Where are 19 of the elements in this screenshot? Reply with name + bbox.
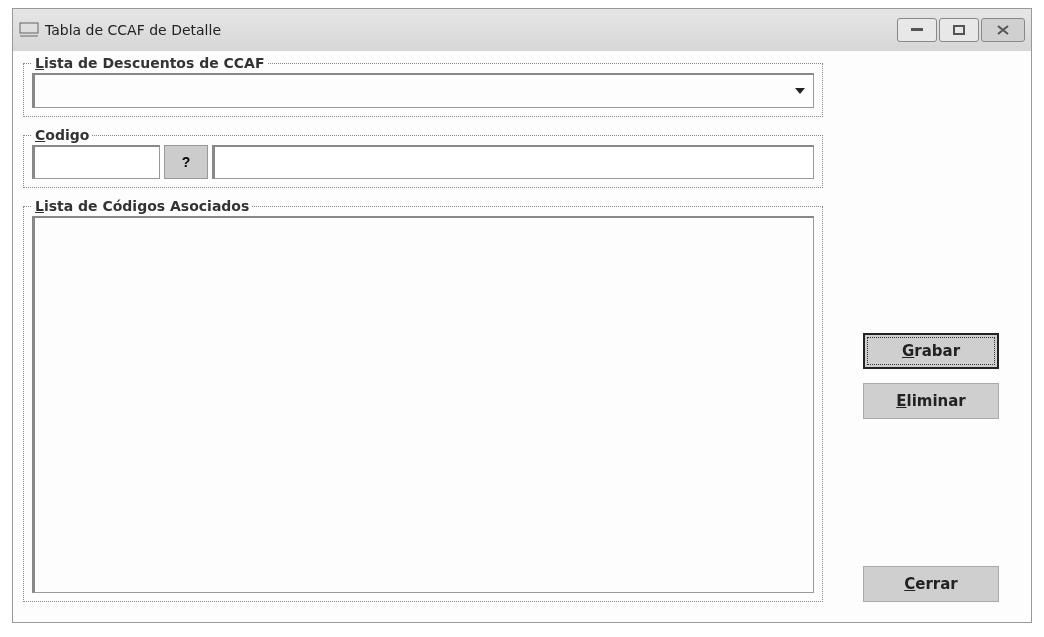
minimize-button[interactable]: [897, 18, 937, 42]
save-button[interactable]: Grabar: [863, 333, 999, 369]
maximize-icon: [953, 25, 965, 35]
app-icon: [19, 22, 39, 38]
delete-button[interactable]: Eliminar: [863, 383, 999, 419]
description-field[interactable]: [212, 145, 814, 179]
window-title: Tabla de CCAF de Detalle: [45, 22, 222, 38]
code-field[interactable]: [32, 145, 160, 179]
lookup-button[interactable]: ?: [164, 145, 208, 179]
close-icon: [997, 25, 1009, 35]
group-label: Lista de Códigos Asociados: [34, 198, 251, 214]
group-label: Lista de Descuentos de CCAF: [34, 55, 266, 71]
caret-icon: [795, 88, 805, 94]
maximize-button[interactable]: [939, 18, 979, 42]
minimize-icon: [911, 28, 923, 32]
close-button[interactable]: Cerrar: [863, 566, 999, 602]
group-label: Codigo: [34, 127, 91, 143]
close-button[interactable]: [981, 18, 1025, 42]
dropdown-field[interactable]: [32, 73, 814, 108]
